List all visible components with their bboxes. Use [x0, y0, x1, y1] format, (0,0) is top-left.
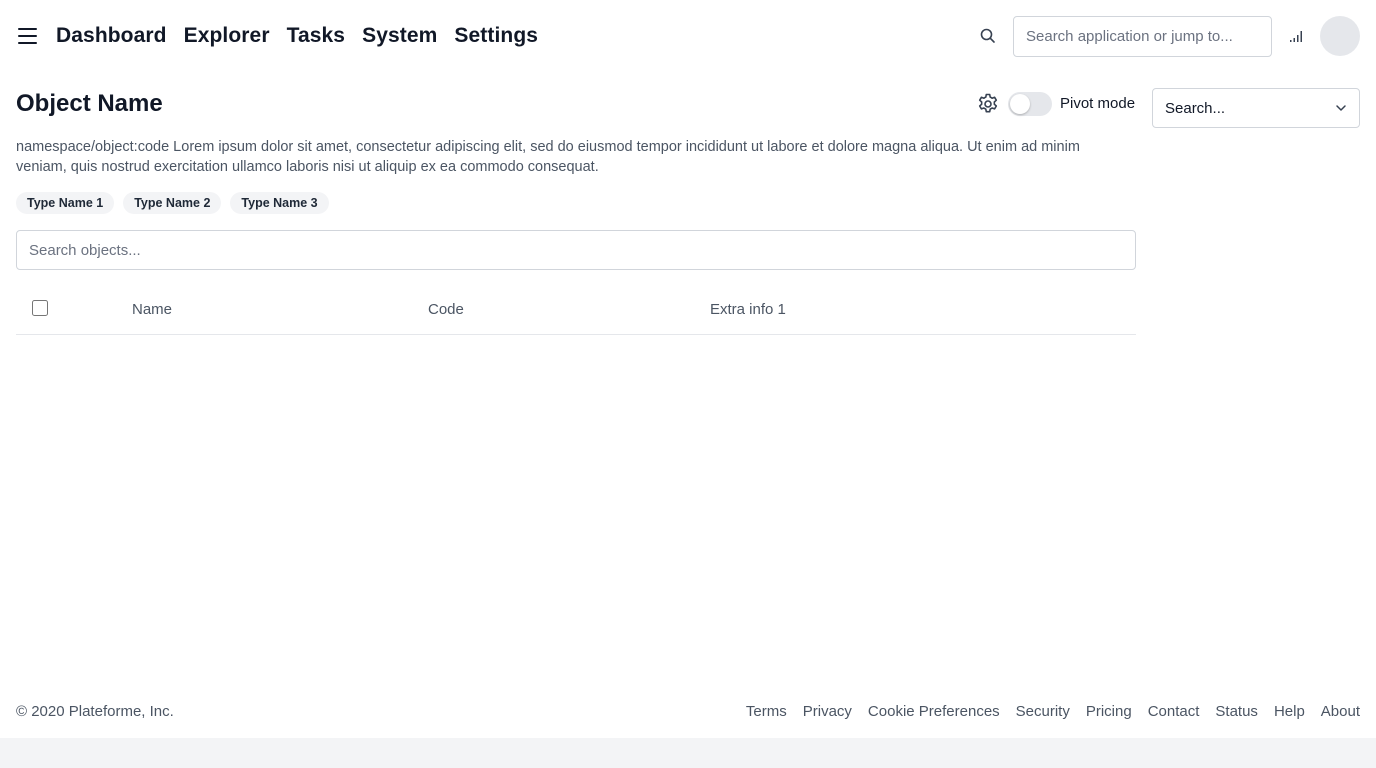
avatar[interactable] [1320, 16, 1360, 56]
footer-link-pricing[interactable]: Pricing [1086, 703, 1132, 720]
footer-link-terms[interactable]: Terms [746, 703, 787, 720]
table-header: Name Code Extra info 1 [16, 288, 1136, 335]
footer-link-help[interactable]: Help [1274, 703, 1305, 720]
top-header: Dashboard Explorer Tasks System Settings [0, 0, 1376, 72]
nav-system[interactable]: System [362, 22, 437, 50]
gear-icon[interactable] [976, 92, 1000, 116]
footer-links: Terms Privacy Cookie Preferences Securit… [746, 703, 1360, 720]
footer-link-cookie-preferences[interactable]: Cookie Preferences [868, 703, 1000, 720]
object-description: namespace/object:code Lorem ipsum dolor … [16, 139, 1080, 175]
footer-link-security[interactable]: Security [1016, 703, 1070, 720]
hamburger-menu-icon[interactable] [18, 26, 38, 46]
type-chip[interactable]: Type Name 2 [123, 192, 222, 214]
nav-tasks[interactable]: Tasks [287, 22, 346, 50]
column-header-extra-info[interactable]: Extra info 1 [710, 301, 786, 318]
select-value: Search... [1165, 99, 1226, 117]
column-header-name[interactable]: Name [132, 301, 172, 318]
copyright-text: © 2020 Plateforme, Inc. [16, 703, 174, 720]
page-title: Object Name [16, 90, 163, 117]
nav-dashboard[interactable]: Dashboard [56, 22, 167, 50]
nav-settings[interactable]: Settings [454, 22, 538, 50]
nav-explorer[interactable]: Explorer [184, 22, 270, 50]
footer-link-status[interactable]: Status [1215, 703, 1258, 720]
pivot-mode-label: Pivot mode [1060, 95, 1136, 112]
footer-link-about[interactable]: About [1321, 703, 1360, 720]
page: Dashboard Explorer Tasks System Settings… [0, 0, 1376, 768]
type-chips: Type Name 1 Type Name 2 Type Name 3 [16, 192, 329, 214]
side-search-select[interactable]: Search... [1152, 88, 1360, 128]
signal-strength-icon[interactable] [1289, 29, 1305, 43]
footer-link-privacy[interactable]: Privacy [803, 703, 852, 720]
bottom-bar [0, 738, 1376, 768]
main-nav: Dashboard Explorer Tasks System Settings [56, 22, 555, 50]
object-search-input[interactable] [16, 230, 1136, 270]
chevron-down-icon [1336, 105, 1346, 111]
column-header-code[interactable]: Code [428, 301, 464, 318]
footer-link-contact[interactable]: Contact [1148, 703, 1200, 720]
select-all-checkbox[interactable] [32, 300, 48, 316]
type-chip[interactable]: Type Name 1 [16, 192, 115, 214]
type-chip[interactable]: Type Name 3 [230, 192, 329, 214]
global-search-input[interactable] [1013, 16, 1272, 57]
pivot-mode-toggle[interactable] [1008, 92, 1052, 116]
toggle-knob [1010, 94, 1030, 114]
search-icon[interactable] [979, 27, 997, 45]
